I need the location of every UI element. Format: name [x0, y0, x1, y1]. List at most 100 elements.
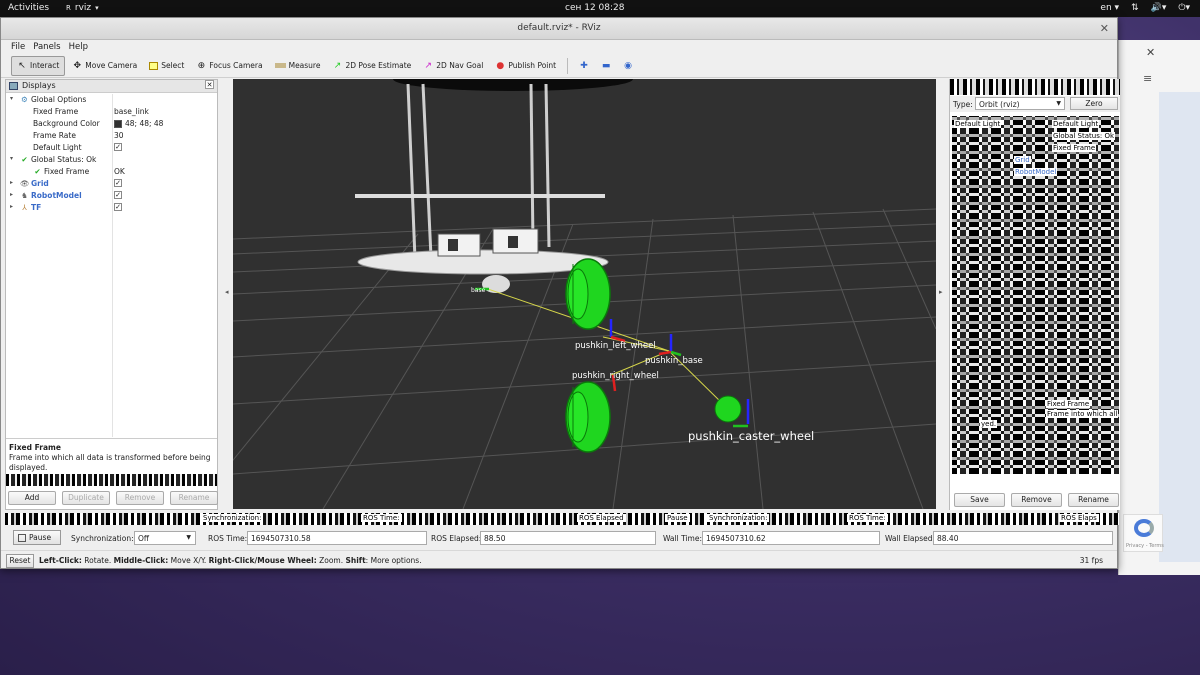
tool-select[interactable]: Select: [144, 56, 189, 76]
volume-icon[interactable]: 🔊▾: [1151, 3, 1167, 13]
render-glitch-strip: [6, 474, 217, 486]
ros-time-field[interactable]: 1694507310.58: [247, 531, 427, 545]
ros-elapsed-field[interactable]: 88.50: [480, 531, 656, 545]
color-swatch[interactable]: [114, 119, 122, 128]
threaded-rod: [544, 83, 551, 248]
tree-row-background-color[interactable]: Background Color 48; 48; 48: [6, 118, 217, 130]
right-splitter-handle[interactable]: ▸: [939, 288, 943, 296]
tool-focus-camera[interactable]: ⊕ Focus Camera: [191, 56, 267, 76]
tool-measure[interactable]: Measure: [270, 56, 326, 76]
views-tree-glitched[interactable]: Default Light Default Light Global Statu…: [952, 116, 1119, 474]
pause-button[interactable]: Pause: [13, 530, 61, 545]
activities-button[interactable]: Activities: [8, 3, 49, 13]
grid-icon: 👁: [20, 179, 30, 188]
tree-row-frame-rate[interactable]: Frame Rate 30: [6, 130, 217, 142]
save-button[interactable]: Save: [954, 493, 1005, 507]
tool-interact[interactable]: ↖ Interact: [11, 55, 66, 76]
wheel-hub: [567, 268, 589, 320]
chevron-down-icon: ▼: [186, 534, 191, 541]
motor-detail: [508, 236, 518, 248]
tree-row-tf[interactable]: ▸ ⅄ TF ✓: [6, 202, 217, 214]
grid-enabled-checkbox[interactable]: ✓: [114, 179, 122, 187]
reset-button[interactable]: Reset: [6, 554, 34, 568]
add-button[interactable]: Add: [8, 491, 56, 505]
top-plate: [393, 79, 633, 91]
tree-row-grid[interactable]: ▸ 👁Grid ✓: [6, 178, 217, 190]
pose-estimate-icon: ↗: [333, 60, 342, 71]
window-titlebar[interactable]: default.rviz* - RViz ✕: [1, 18, 1117, 40]
menu-help[interactable]: Help: [69, 42, 88, 52]
remove-button[interactable]: Remove: [116, 491, 164, 505]
tool-2d-nav-goal[interactable]: ↗ 2D Nav Goal: [418, 56, 488, 76]
menu-panels[interactable]: Panels: [33, 42, 60, 52]
glitched-label: Fixed Frame: [1052, 144, 1097, 152]
threaded-rod: [406, 83, 417, 260]
sync-label: Synchronization:: [71, 534, 134, 543]
menu-bar: File Panels Help: [1, 40, 1117, 54]
add-tool-button[interactable]: ✚: [574, 56, 594, 76]
toolbar-separator: [567, 57, 569, 74]
expand-arrow-icon[interactable]: ▸: [10, 191, 13, 198]
power-icon[interactable]: ⏻▾: [1178, 3, 1190, 13]
ruler-icon: [274, 63, 286, 68]
sync-select[interactable]: Off ▼: [134, 531, 196, 545]
tool-properties-button[interactable]: ◉: [618, 56, 638, 76]
tree-row-global-status[interactable]: ▾ ✔ Global Status: Ok: [6, 154, 217, 166]
hint-separator: :: [365, 556, 369, 565]
frame-label-right-wheel: pushkin_right_wheel: [572, 371, 659, 381]
close-icon[interactable]: ✕: [1100, 22, 1109, 35]
wall-elapsed-field[interactable]: 88.40: [933, 531, 1113, 545]
robot-model-enabled-checkbox[interactable]: ✓: [114, 191, 122, 199]
rename-button[interactable]: Rename: [1068, 493, 1119, 507]
close-icon[interactable]: ✕: [205, 80, 214, 89]
recaptcha-privacy-text[interactable]: Privacy - Terms: [1126, 543, 1164, 549]
menu-file[interactable]: File: [11, 42, 25, 52]
tree-row-fixed-frame[interactable]: Fixed Frame base_link: [6, 106, 217, 118]
language-indicator[interactable]: en ▾: [1100, 3, 1119, 13]
frame-rate-value[interactable]: 30: [114, 131, 124, 140]
render-viewport[interactable]: base pushkin_left_wheel pushkin_base pus…: [233, 79, 936, 509]
expand-arrow-icon[interactable]: ▸: [10, 179, 13, 186]
front-caster-ball: [482, 275, 510, 293]
expand-arrow-icon[interactable]: ▾: [10, 155, 13, 162]
status-bar: Reset Left-Click: Rotate. Middle-Click: …: [1, 550, 1117, 568]
expand-arrow-icon[interactable]: ▾: [10, 95, 13, 102]
tf-enabled-checkbox[interactable]: ✓: [114, 203, 122, 211]
tree-row-robot-model[interactable]: ▸ ♞ RobotModel ✓: [6, 190, 217, 202]
tool-move-camera[interactable]: ✥ Move Camera: [67, 56, 142, 76]
tool-2d-pose-estimate[interactable]: ↗ 2D Pose Estimate: [327, 56, 416, 76]
tree-row-status-fixed-frame[interactable]: ✔ Fixed Frame OK: [6, 166, 217, 178]
glitched-label: ROS Elapsed: [577, 514, 626, 522]
grid-line: [233, 223, 936, 255]
glitched-label: Grid: [1014, 156, 1031, 164]
wall-time-field[interactable]: 1694507310.62: [702, 531, 880, 545]
tree-row-default-light[interactable]: Default Light ✓: [6, 142, 217, 154]
hamburger-menu-icon[interactable]: ≡: [1143, 72, 1152, 85]
background-color-value[interactable]: 48; 48; 48: [125, 119, 163, 128]
render-glitch-strip: [5, 513, 1119, 525]
app-menu[interactable]: R rviz ▾: [66, 3, 99, 13]
duplicate-button[interactable]: Duplicate: [62, 491, 110, 505]
left-splitter-handle[interactable]: ◂: [225, 288, 229, 296]
tool-publish-point[interactable]: ● Publish Point: [490, 56, 561, 76]
rename-button[interactable]: Rename: [170, 491, 218, 505]
expand-arrow-icon[interactable]: ▸: [10, 203, 13, 210]
recaptcha-badge[interactable]: Privacy - Terms: [1123, 514, 1164, 552]
tree-row-global-options[interactable]: ▾ ⚙ Global Options: [6, 94, 217, 106]
frame-label-left-wheel: pushkin_left_wheel: [575, 341, 656, 351]
base-plate: [357, 249, 609, 275]
window-title: default.rviz* - RViz: [517, 23, 601, 33]
remove-button[interactable]: Remove: [1011, 493, 1062, 507]
view-type-select[interactable]: Orbit (rviz) ▼: [975, 97, 1065, 110]
background-browser-window[interactable]: ✕ ≡ Privacy - Terms: [1118, 40, 1200, 575]
tool-label: Focus Camera: [209, 61, 263, 70]
fixed-frame-value[interactable]: base_link: [114, 107, 149, 116]
close-icon[interactable]: ✕: [1146, 46, 1155, 59]
network-icon[interactable]: ⇅: [1131, 3, 1139, 13]
zero-button[interactable]: Zero: [1070, 97, 1118, 110]
remove-tool-button[interactable]: ▬: [596, 56, 616, 76]
displays-panel-header: Displays ✕: [6, 80, 217, 93]
browser-page-area: [1159, 92, 1200, 562]
clock[interactable]: сен 12 08:28: [565, 3, 624, 13]
default-light-checkbox[interactable]: ✓: [114, 143, 122, 151]
